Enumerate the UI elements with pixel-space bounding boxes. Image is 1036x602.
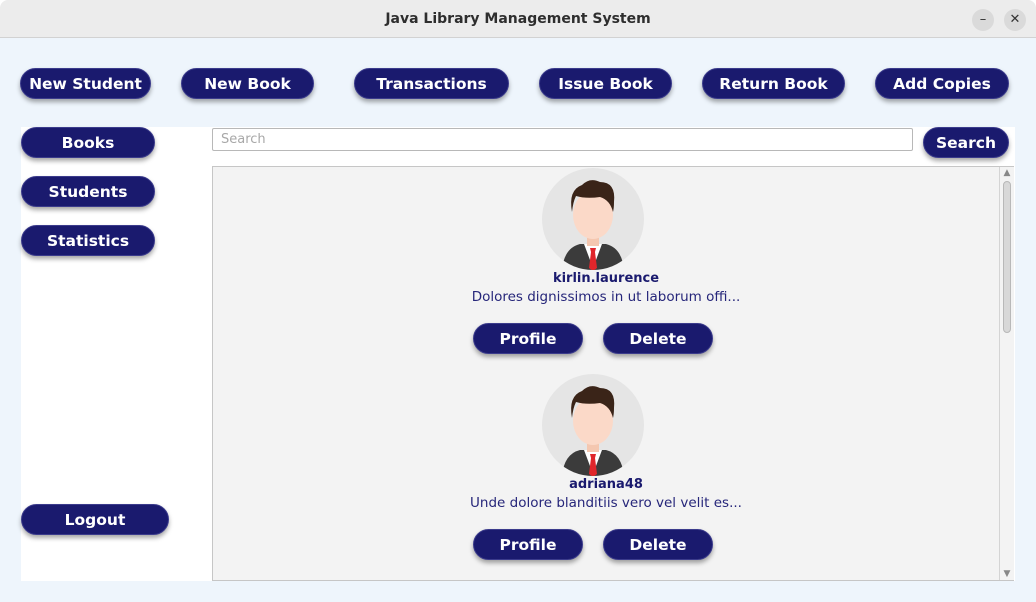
sidebar-statistics-button[interactable]: Statistics — [21, 225, 155, 256]
sidebar-students-button[interactable]: Students — [21, 176, 155, 207]
delete-button[interactable]: Delete — [603, 323, 713, 354]
issue-book-button[interactable]: Issue Book — [539, 68, 672, 99]
list-scrollbar[interactable]: ▲ ▼ — [999, 167, 1014, 580]
chevron-down-icon[interactable]: ▼ — [1002, 569, 1012, 579]
new-student-button[interactable]: New Student — [20, 68, 151, 99]
student-card: kirlin.laurence Dolores dignissimos in u… — [213, 168, 999, 374]
search-button[interactable]: Search — [923, 127, 1009, 158]
return-book-button[interactable]: Return Book — [702, 68, 845, 99]
logout-button[interactable]: Logout — [21, 504, 169, 535]
scrollbar-thumb[interactable] — [1003, 181, 1011, 333]
student-card: adriana48 Unde dolore blanditiis vero ve… — [213, 374, 999, 580]
student-description: Unde dolore blanditiis vero vel velit es… — [470, 495, 742, 511]
student-description: Dolores dignissimos in ut laborum offi..… — [471, 289, 741, 305]
new-book-button[interactable]: New Book — [181, 68, 314, 99]
delete-button[interactable]: Delete — [603, 529, 713, 560]
user-avatar-icon — [542, 374, 644, 476]
add-copies-button[interactable]: Add Copies — [875, 68, 1009, 99]
transactions-button[interactable]: Transactions — [354, 68, 509, 99]
profile-button[interactable]: Profile — [473, 323, 583, 354]
student-username: adriana48 — [569, 477, 643, 492]
close-icon[interactable]: ✕ — [1004, 9, 1026, 31]
user-avatar-icon — [542, 168, 644, 270]
student-username: kirlin.laurence — [552, 271, 660, 286]
title-bar: Java Library Management System – ✕ — [0, 0, 1036, 38]
search-input[interactable] — [212, 128, 913, 151]
profile-button[interactable]: Profile — [473, 529, 583, 560]
window-title: Java Library Management System — [385, 11, 651, 27]
sidebar-books-button[interactable]: Books — [21, 127, 155, 158]
minimize-icon[interactable]: – — [972, 9, 994, 31]
chevron-up-icon[interactable]: ▲ — [1002, 168, 1012, 178]
